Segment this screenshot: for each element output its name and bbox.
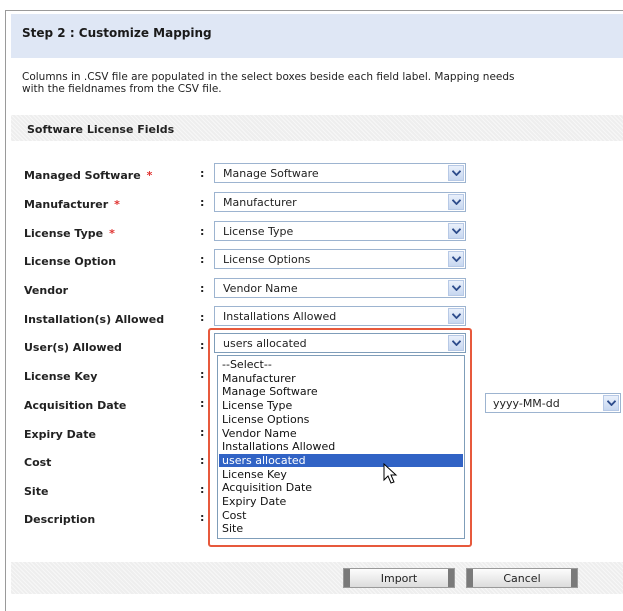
chevron-down-icon[interactable] (448, 335, 464, 351)
chevron-down-icon[interactable] (448, 223, 464, 239)
dropdown-option[interactable]: Expiry Date (219, 495, 463, 508)
dropdown-option[interactable]: License Options (219, 413, 463, 426)
dropdown-option[interactable]: Vendor Name (219, 427, 463, 440)
select-value: Installations Allowed (223, 310, 337, 323)
chevron-down-icon[interactable] (448, 194, 464, 210)
field-colon: : (200, 368, 205, 381)
license-type-select[interactable]: License Type (214, 221, 466, 241)
chevron-down-icon[interactable] (448, 308, 464, 324)
select-value: License Type (223, 225, 294, 238)
label-vendor: Vendor (24, 284, 69, 297)
dropdown-option[interactable]: Installations Allowed (219, 440, 463, 453)
vendor-select[interactable]: Vendor Name (214, 278, 466, 298)
chevron-down-icon[interactable] (603, 395, 619, 411)
label-installations-allowed: Installation(s) Allowed (24, 313, 165, 326)
mouse-cursor-icon (383, 463, 398, 484)
date-format-select[interactable]: yyyy-MM-dd (485, 393, 621, 413)
select-value: Manage Software (223, 167, 319, 180)
step-title: Step 2 : Customize Mapping (22, 26, 212, 40)
select-value: yyyy-MM-dd (493, 397, 560, 410)
button-cap (344, 569, 350, 587)
select-value: users allocated (223, 337, 307, 350)
field-colon: : (200, 511, 205, 524)
field-colon: : (200, 167, 205, 180)
chevron-down-icon[interactable] (448, 251, 464, 267)
dropdown-listbox[interactable]: --Select-- Manufacturer Manage Software … (217, 355, 465, 539)
field-colon: : (200, 483, 205, 496)
cancel-button[interactable]: Cancel (466, 568, 578, 588)
dropdown-option[interactable]: Manufacturer (219, 372, 463, 385)
dropdown-option[interactable]: License Type (219, 399, 463, 412)
dropdown-option[interactable]: Acquisition Date (219, 481, 463, 494)
import-button[interactable]: Import (343, 568, 455, 588)
label-license-type: License Type * (24, 227, 115, 240)
label-license-key: License Key (24, 370, 98, 383)
required-marker: * (109, 227, 115, 240)
field-colon: : (200, 282, 205, 295)
managed-software-select[interactable]: Manage Software (214, 163, 466, 183)
field-colon: : (200, 196, 205, 209)
label-users-allowed: User(s) Allowed (24, 341, 122, 354)
dropdown-option[interactable]: Site (219, 522, 463, 535)
field-colon: : (200, 426, 205, 439)
instructions-text: Columns in .CSV file are populated in th… (22, 71, 515, 95)
field-colon: : (200, 339, 205, 352)
field-colon: : (200, 225, 205, 238)
label-managed-software: Managed Software * (24, 169, 153, 182)
field-colon: : (200, 454, 205, 467)
button-cap (571, 569, 577, 587)
dropdown-option-selected[interactable]: users allocated (219, 453, 463, 467)
label-acquisition-date: Acquisition Date (24, 399, 127, 412)
select-value: License Options (223, 253, 311, 266)
dropdown-option[interactable]: License Key (219, 468, 463, 481)
button-cap (467, 569, 473, 587)
label-manufacturer: Manufacturer * (24, 198, 120, 211)
dropdown-option[interactable]: Cost (219, 509, 463, 522)
required-marker: * (146, 169, 153, 182)
dropdown-option[interactable]: Manage Software (219, 385, 463, 398)
field-colon: : (200, 311, 205, 324)
license-option-select[interactable]: License Options (214, 249, 466, 269)
field-colon: : (200, 397, 205, 410)
section-title: Software License Fields (27, 123, 175, 136)
field-colon: : (200, 253, 205, 266)
required-marker: * (114, 198, 120, 211)
label-site: Site (24, 485, 49, 498)
label-cost: Cost (24, 456, 52, 469)
label-description: Description (24, 513, 96, 526)
chevron-down-icon[interactable] (448, 165, 464, 181)
label-license-option: License Option (24, 255, 117, 268)
dropdown-option[interactable]: --Select-- (219, 358, 463, 371)
cancel-label: Cancel (503, 571, 541, 585)
select-value: Vendor Name (223, 282, 298, 295)
label-expiry-date: Expiry Date (24, 428, 96, 441)
button-cap (448, 569, 454, 587)
chevron-down-icon[interactable] (448, 280, 464, 296)
installations-allowed-select[interactable]: Installations Allowed (214, 306, 466, 326)
users-allowed-select[interactable]: users allocated (214, 333, 466, 353)
manufacturer-select[interactable]: Manufacturer (214, 192, 466, 212)
import-label: Import (380, 571, 418, 585)
select-value: Manufacturer (223, 196, 297, 209)
